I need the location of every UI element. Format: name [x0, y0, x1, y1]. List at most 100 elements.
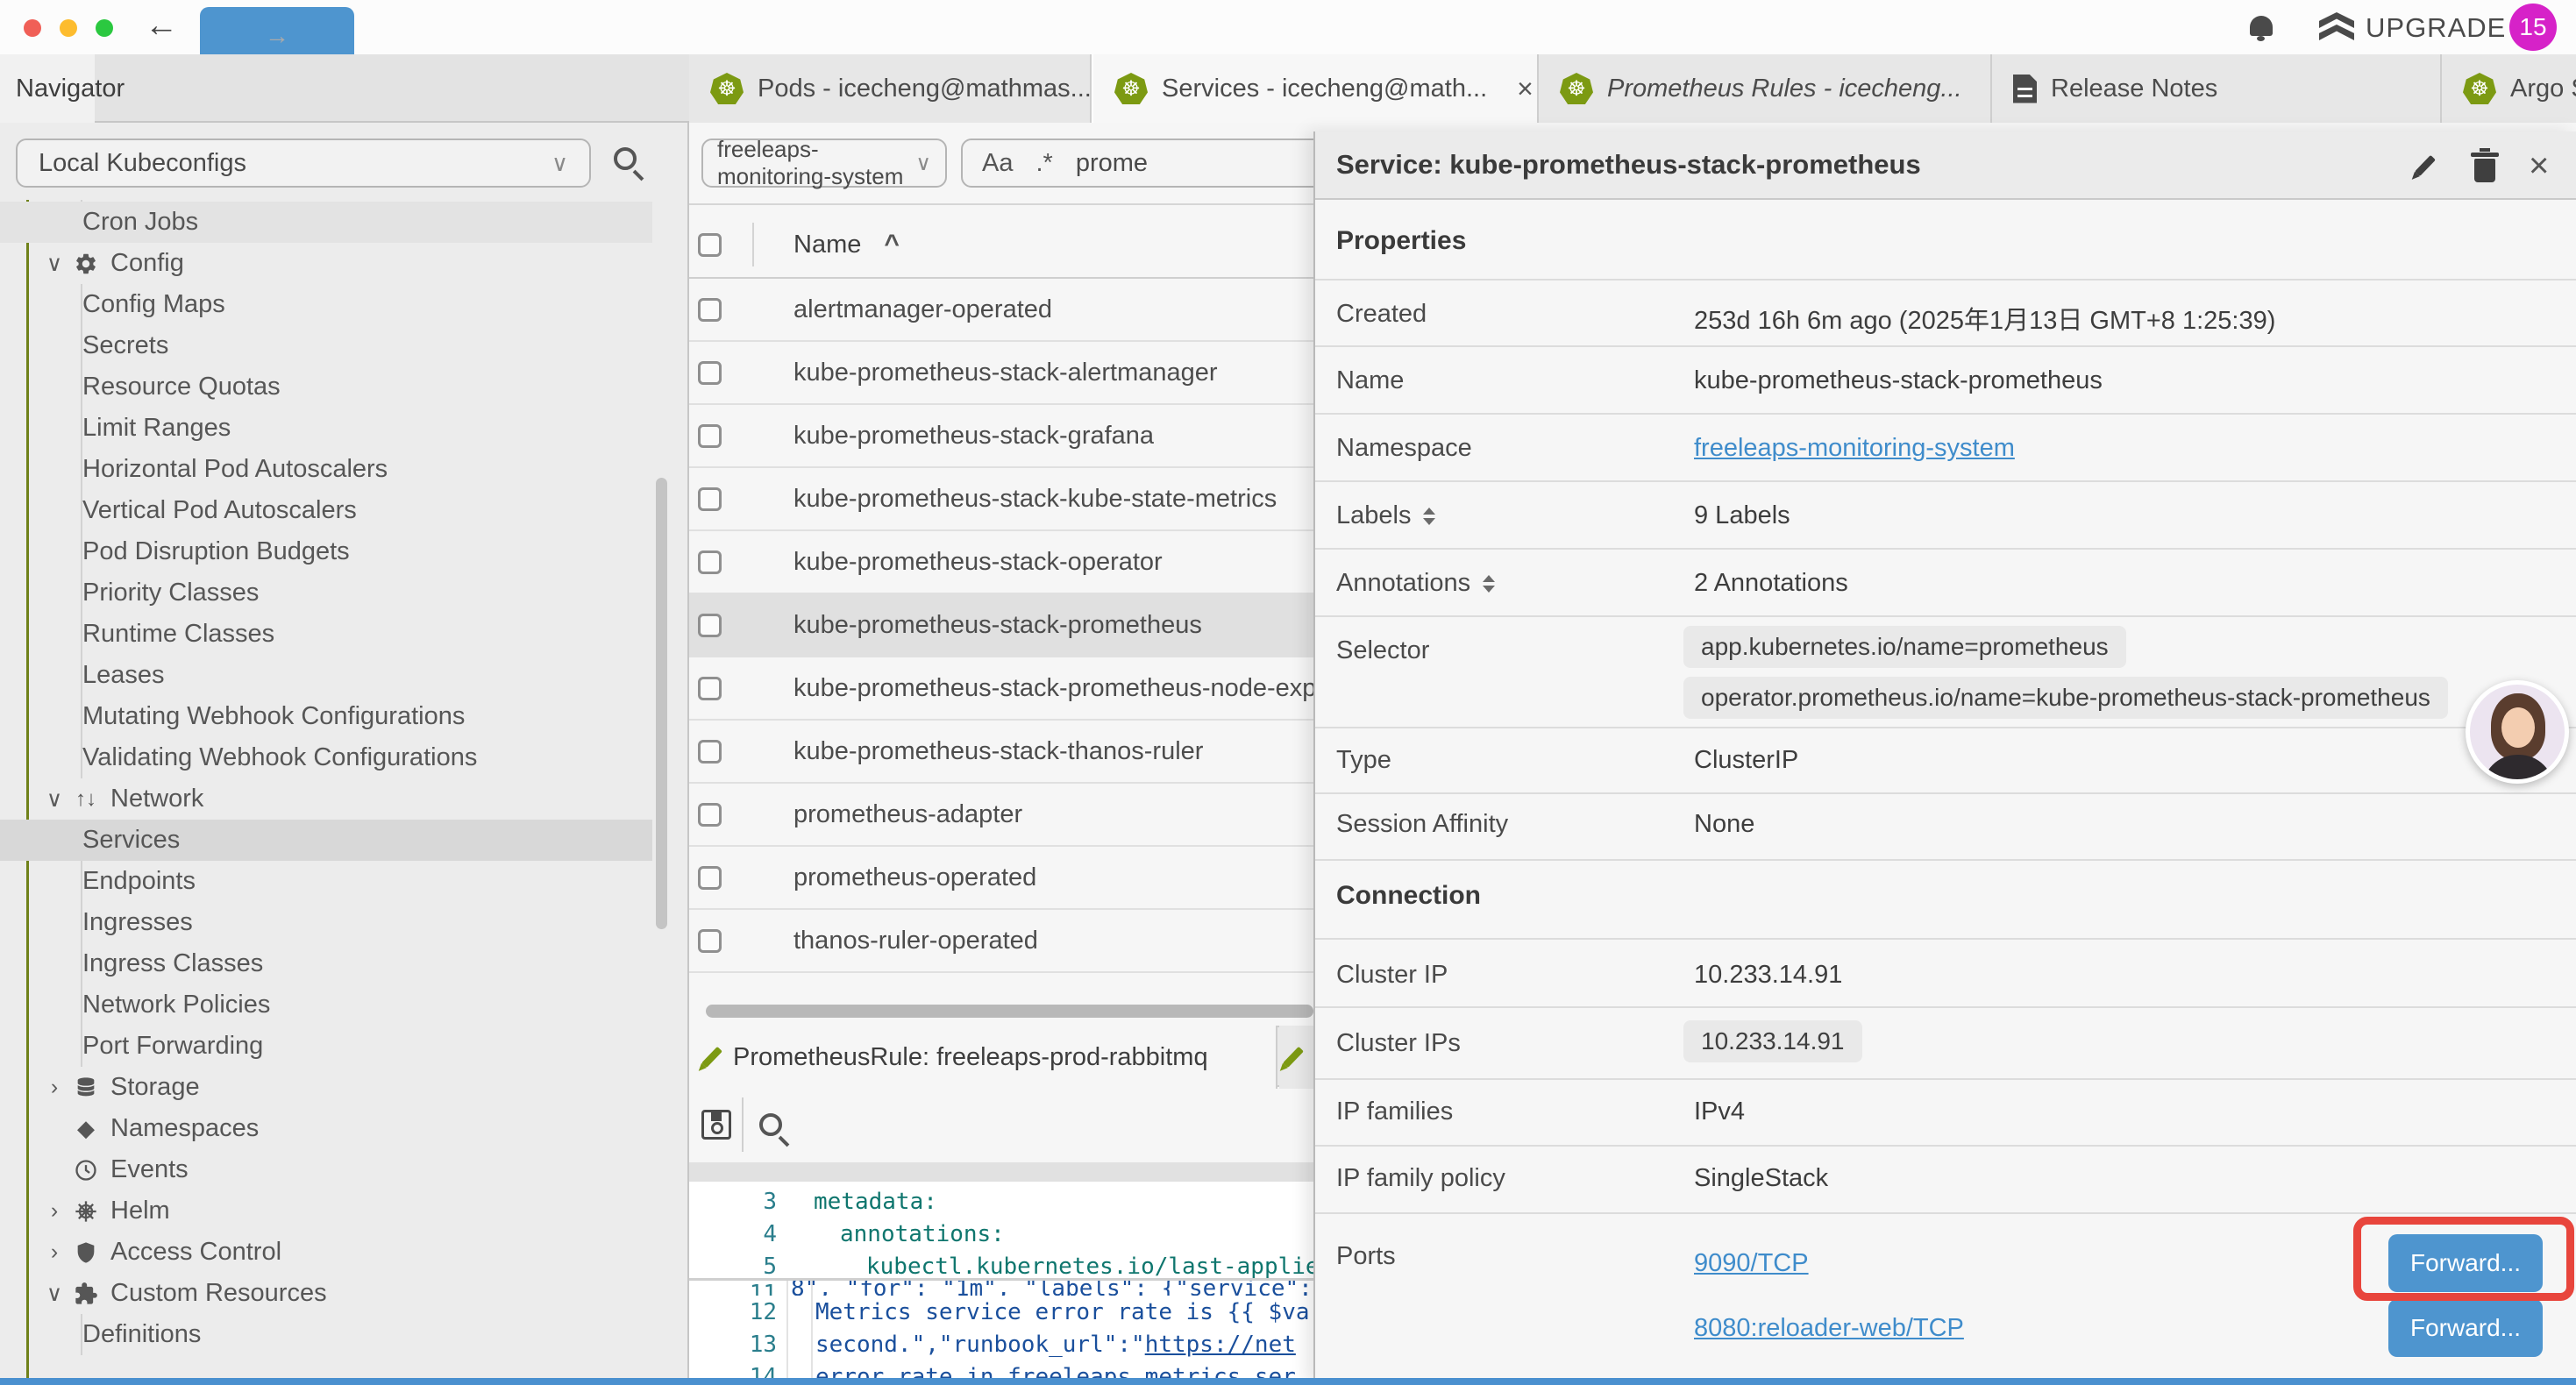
chevron-right-icon[interactable]: › — [40, 1239, 68, 1265]
sidebar-item-validating-webhook-configurations[interactable]: Validating Webhook Configurations — [0, 737, 652, 778]
sidebar-item-config[interactable]: ∨ Config — [0, 243, 652, 284]
table-row-selected[interactable]: kube-prometheus-stack-prometheus — [689, 594, 1313, 657]
row-checkbox[interactable] — [698, 550, 722, 574]
kubeconfig-select[interactable]: Local Kubeconfigs ∨ — [16, 138, 591, 188]
sidebar-item-config-maps[interactable]: Config Maps — [0, 284, 652, 325]
name-column-header[interactable]: Name — [793, 231, 861, 259]
namespace-select[interactable]: freeleaps-monitoring-system ∨ — [701, 138, 947, 188]
chevron-right-icon[interactable]: › — [40, 1075, 68, 1100]
sidebar-item-access-control[interactable]: › Access Control — [0, 1232, 652, 1273]
row-checkbox[interactable] — [698, 803, 722, 827]
tab-release-notes[interactable]: Release Notes — [1992, 54, 2442, 123]
table-row[interactable]: prometheus-adapter — [689, 784, 1313, 847]
sidebar-item-network[interactable]: ∨ ↑↓ Network — [0, 778, 652, 820]
avatar[interactable] — [2466, 680, 2569, 784]
minimize-window-button[interactable] — [60, 19, 77, 37]
table-row[interactable]: kube-prometheus-stack-kube-state-metrics — [689, 468, 1313, 531]
close-panel-button[interactable]: × — [2529, 131, 2549, 200]
sidebar-item-namespaces[interactable]: ◆ Namespaces — [0, 1108, 652, 1149]
ip-families-value: IPv4 — [1694, 1097, 1745, 1126]
maximize-window-button[interactable] — [96, 19, 113, 37]
row-checkbox[interactable] — [698, 740, 722, 764]
sidebar-item-network-policies[interactable]: Network Policies — [0, 984, 652, 1026]
tab-services[interactable]: Services - icecheng@math... × — [1092, 54, 1539, 123]
expand-collapse-icon[interactable] — [1423, 508, 1435, 525]
save-icon[interactable] — [701, 1110, 731, 1140]
row-checkbox[interactable] — [698, 487, 722, 511]
sidebar-item-horizontal-pod-autoscalers[interactable]: Horizontal Pod Autoscalers — [0, 449, 652, 490]
row-checkbox[interactable] — [698, 614, 722, 637]
sidebar-item-secrets[interactable]: Secrets — [0, 325, 652, 366]
chevron-down-icon[interactable]: ∨ — [40, 786, 68, 813]
table-row[interactable]: kube-prometheus-stack-thanos-ruler — [689, 721, 1313, 784]
sidebar-scrollbar[interactable] — [656, 478, 667, 929]
sidebar-item-ingresses[interactable]: Ingresses — [0, 902, 652, 943]
sidebar-item-vertical-pod-autoscalers[interactable]: Vertical Pod Autoscalers — [0, 490, 652, 531]
sidebar-item-runtime-classes[interactable]: Runtime Classes — [0, 614, 652, 655]
sidebar-item-ingress-classes[interactable]: Ingress Classes — [0, 943, 652, 984]
notifications-bell-icon[interactable] — [2250, 16, 2273, 36]
editor-tab-partial[interactable] — [1279, 1026, 1313, 1089]
back-arrow-icon[interactable]: ← — [145, 7, 178, 45]
sidebar-item-priority-classes[interactable]: Priority Classes — [0, 572, 652, 614]
sidebar-item-resource-quotas[interactable]: Resource Quotas — [0, 366, 652, 408]
row-checkbox[interactable] — [698, 424, 722, 448]
sidebar-item-storage[interactable]: › Storage — [0, 1067, 652, 1108]
close-window-button[interactable] — [24, 19, 41, 37]
horizontal-scrollbar[interactable] — [706, 1005, 1313, 1018]
editor-tab-prometheusrule[interactable]: PrometheusRule: freeleaps-prod-rabbitmq — [689, 1026, 1277, 1089]
sidebar-item-pod-disruption-budgets[interactable]: Pod Disruption Budgets — [0, 531, 652, 572]
sidebar-item-endpoints[interactable]: Endpoints — [0, 861, 652, 902]
table-row[interactable]: kube-prometheus-stack-grafana — [689, 405, 1313, 468]
table-row[interactable]: kube-prometheus-stack-prometheus-node-ex… — [689, 657, 1313, 721]
sidebar-item-leases[interactable]: Leases — [0, 655, 652, 696]
close-tab-icon[interactable]: × — [1517, 73, 1534, 105]
table-row[interactable]: kube-prometheus-stack-alertmanager — [689, 342, 1313, 405]
chevron-down-icon[interactable]: ∨ — [40, 1281, 68, 1307]
sort-ascending-icon[interactable]: ^ — [884, 230, 900, 259]
tab-pods[interactable]: Pods - icecheng@mathmas... — [689, 54, 1092, 123]
editor-search-icon[interactable] — [759, 1113, 782, 1136]
runbook-url-link[interactable]: https://net — [1145, 1332, 1296, 1358]
table-row[interactable]: prometheus-operated — [689, 847, 1313, 910]
tab-argo[interactable]: Argo Se — [2442, 54, 2576, 123]
table-row[interactable]: kube-prometheus-stack-operator — [689, 531, 1313, 594]
edit-button[interactable] — [2422, 131, 2429, 200]
chevron-down-icon[interactable]: ∨ — [40, 251, 68, 277]
sidebar-item-definitions[interactable]: Definitions — [0, 1314, 652, 1355]
upgrade-button[interactable]: UPGRADE — [2366, 12, 2506, 44]
namespace-link[interactable]: freeleaps-monitoring-system — [1694, 434, 2015, 463]
sidebar-item-limit-ranges[interactable]: Limit Ranges — [0, 408, 652, 449]
delete-button[interactable] — [2474, 131, 2495, 200]
row-checkbox[interactable] — [698, 677, 722, 700]
filter-input[interactable]: Aa .* prome — [961, 138, 1356, 188]
port-link-9090[interactable]: 9090/TCP — [1694, 1249, 1809, 1278]
table-row[interactable]: thanos-ruler-operated — [689, 910, 1313, 973]
code-line: second.","runbook_url":"https://net — [815, 1332, 1296, 1358]
forward-button-8080[interactable]: Forward... — [2388, 1299, 2543, 1357]
match-case-toggle[interactable]: Aa — [982, 149, 1013, 178]
sidebar-search-icon[interactable] — [614, 147, 637, 170]
sidebar-item-events[interactable]: Events — [0, 1149, 652, 1190]
sidebar-item-port-forwarding[interactable]: Port Forwarding — [0, 1026, 652, 1067]
editor-scroll-strip[interactable] — [689, 1162, 1313, 1182]
row-checkbox[interactable] — [698, 866, 722, 890]
navigator-tab[interactable]: Navigator — [0, 54, 95, 123]
tab-prometheus-rules[interactable]: Prometheus Rules - icecheng... — [1539, 54, 1992, 123]
chevron-right-icon[interactable]: › — [40, 1198, 68, 1224]
port-link-8080[interactable]: 8080:reloader-web/TCP — [1694, 1314, 1964, 1343]
sidebar-item-cron-jobs[interactable]: Cron Jobs — [0, 202, 652, 243]
sidebar-item-services[interactable]: Services — [0, 820, 652, 861]
row-checkbox[interactable] — [698, 361, 722, 385]
notification-count-badge[interactable]: 15 — [2509, 4, 2557, 51]
sidebar-item-mutating-webhook-configurations[interactable]: Mutating Webhook Configurations — [0, 696, 652, 737]
table-row[interactable]: alertmanager-operated — [689, 279, 1313, 342]
edit-pencil-icon — [1283, 1047, 1304, 1068]
select-all-checkbox[interactable] — [698, 233, 722, 257]
row-checkbox[interactable] — [698, 298, 722, 322]
expand-collapse-icon[interactable] — [1483, 575, 1495, 593]
row-checkbox[interactable] — [698, 929, 722, 953]
regex-toggle[interactable]: .* — [1035, 149, 1052, 178]
sidebar-item-custom-resources[interactable]: ∨ Custom Resources — [0, 1273, 652, 1314]
sidebar-item-helm[interactable]: › Helm — [0, 1190, 652, 1232]
